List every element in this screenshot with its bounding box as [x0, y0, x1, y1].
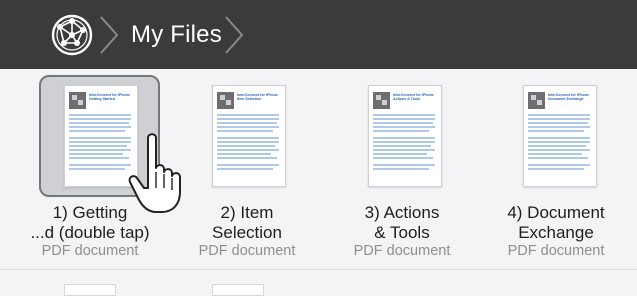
chevron-right-icon — [100, 16, 119, 54]
pdf-thumbnail: InterConnect for iPhone Item Selection — [212, 85, 286, 187]
top-bar: My Files — [0, 0, 637, 69]
pdf-thumbnail: InterConnect for iPhone Document Exchang… — [523, 85, 597, 187]
file-grid: InterConnect for iPhone Getting Started … — [0, 69, 637, 296]
file-name: 4) Document Exchange — [507, 203, 605, 242]
file-type: PDF document — [507, 243, 605, 259]
file-type: PDF document — [41, 243, 139, 259]
file-type: PDF document — [353, 243, 451, 259]
file-item-actions-tools[interactable]: InterConnect for iPhone Actions & Tools … — [322, 69, 482, 292]
globe-icon[interactable] — [50, 13, 94, 57]
next-row-thumbnail — [64, 284, 116, 296]
pointing-hand-icon — [128, 133, 181, 213]
thumbnail-heading: InterConnect for iPhone Document Exchang… — [548, 93, 589, 102]
next-row-thumbnail — [212, 284, 264, 296]
file-item-document-exchange[interactable]: InterConnect for iPhone Document Exchang… — [476, 69, 636, 292]
chevron-right-icon — [225, 16, 244, 54]
page-title: My Files — [131, 21, 222, 48]
file-type: PDF document — [198, 243, 296, 259]
thumbnail-heading: InterConnect for iPhone Item Selection — [237, 93, 278, 102]
pdf-thumbnail: InterConnect for iPhone Actions & Tools — [368, 85, 442, 187]
thumbnail-heading: InterConnect for iPhone Getting Started — [89, 93, 130, 102]
row-divider — [0, 269, 637, 270]
file-name: 3) Actions & Tools — [364, 203, 440, 242]
thumbnail-heading: InterConnect for iPhone Actions & Tools — [393, 93, 434, 102]
